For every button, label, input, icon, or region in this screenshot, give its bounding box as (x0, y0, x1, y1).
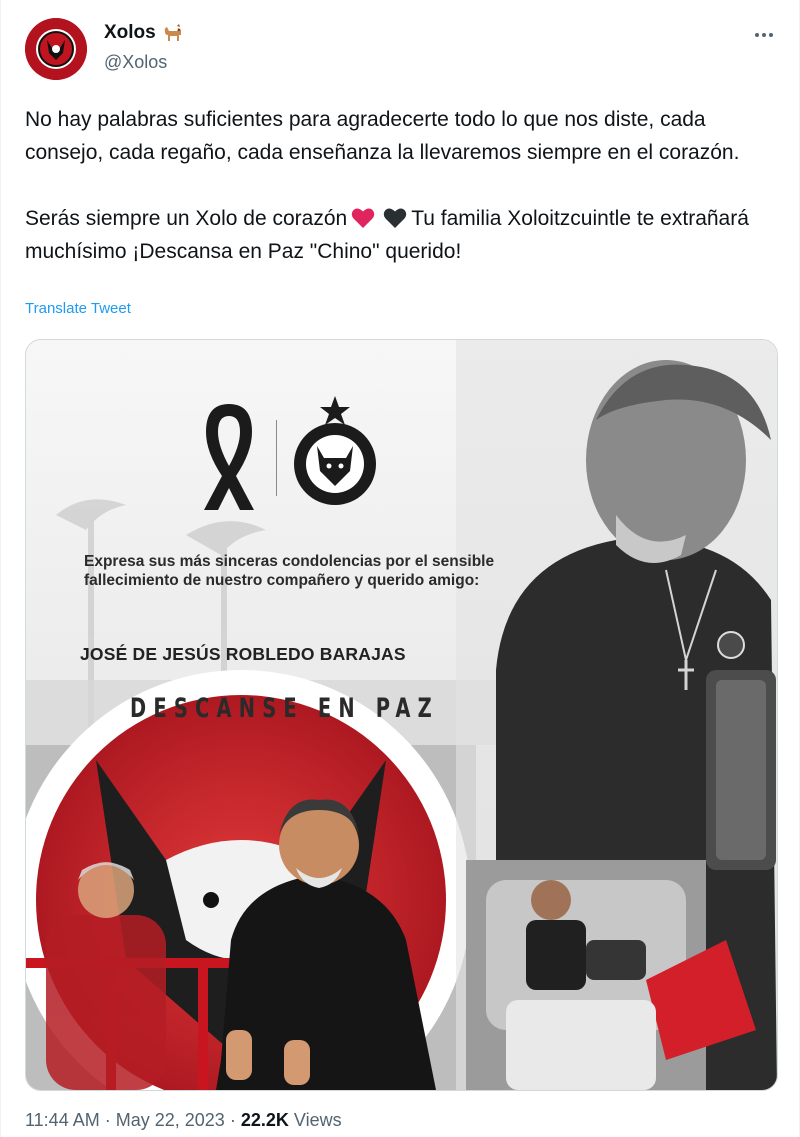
tweet-text: No hay palabras suficientes para agradec… (25, 103, 765, 268)
separator-dot: · (104, 1110, 111, 1130)
more-dots-icon (755, 33, 759, 37)
club-tijuana-crest-icon (25, 18, 87, 80)
tweet-card: Xolos @Xolos No hay palabras suficientes… (0, 0, 800, 1137)
views-count[interactable]: 22.2K (241, 1110, 289, 1130)
author-handle[interactable]: @Xolos (104, 52, 167, 73)
tweet-paragraph-1: No hay palabras suficientes para agradec… (25, 108, 740, 164)
rest-in-peace-text: DESCANSE EN PAZ (130, 693, 439, 724)
author-display-name[interactable]: Xolos (104, 22, 156, 44)
tweet-date[interactable]: May 22, 2023 (116, 1110, 225, 1130)
deceased-name: JOSÉ DE JESÚS ROBLEDO BARAJAS (80, 644, 406, 664)
avatar[interactable] (25, 18, 87, 80)
views-label: Views (293, 1110, 342, 1130)
tweet-media-image[interactable]: Expresa sus más sinceras condolencias po… (25, 339, 778, 1091)
dog-icon (164, 24, 181, 41)
condolence-message: Expresa sus más sinceras condolencias po… (84, 553, 495, 589)
tweet-metadata: 11:44 AM · May 22, 2023 · 22.2K Views (25, 1110, 342, 1131)
club-tijuana-logo (294, 396, 376, 505)
more-options-button[interactable] (749, 24, 779, 46)
tweet-paragraph-2-part-a: Serás siempre un Xolo de corazón (25, 207, 348, 230)
black-heart-icon (383, 208, 407, 228)
translate-tweet-link[interactable]: Translate Tweet (25, 300, 131, 317)
author-name-row[interactable]: Xolos (104, 22, 184, 44)
tweet-paragraph-2: Serás siempre un Xolo de corazón Tu famil… (25, 202, 765, 268)
red-heart-icon (351, 208, 375, 228)
logo-divider (276, 420, 277, 496)
tweet-time[interactable]: 11:44 AM (25, 1110, 100, 1130)
separator-dot: · (229, 1110, 236, 1130)
mourning-ribbon-icon (204, 404, 254, 510)
